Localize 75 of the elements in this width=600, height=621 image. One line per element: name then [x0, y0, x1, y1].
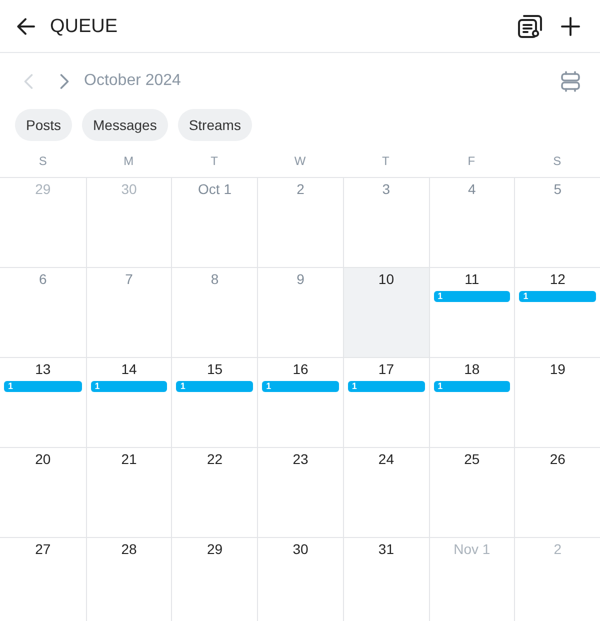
date-number: 12: [550, 271, 566, 287]
weekday-label: T: [210, 153, 218, 170]
day-cell[interactable]: 17 1: [342, 357, 429, 447]
weekday-label: S: [553, 153, 562, 170]
date-number: 7: [125, 271, 133, 287]
day-cell[interactable]: 14 1: [86, 357, 172, 447]
day-cell[interactable]: 30: [257, 537, 343, 621]
day-cell[interactable]: 18 1: [428, 357, 514, 447]
queue-list-button[interactable]: [518, 14, 542, 38]
date-number: 30: [292, 541, 308, 557]
month-label: October 2024: [84, 71, 181, 91]
weekday-label: S: [38, 153, 47, 170]
day-cell[interactable]: 28: [86, 537, 172, 621]
day-cell[interactable]: 22: [171, 447, 258, 537]
date-number: 26: [550, 451, 566, 467]
day-cell[interactable]: 21: [86, 447, 172, 537]
day-cell[interactable]: 31: [342, 537, 429, 621]
date-number: 13: [35, 361, 51, 377]
weekday-label: T: [382, 153, 390, 170]
chevron-left-icon: [24, 74, 32, 88]
date-number: 20: [35, 451, 51, 467]
weekday-label: W: [294, 153, 306, 170]
plus-icon: [560, 16, 580, 36]
date-number: 24: [378, 451, 394, 467]
date-number: 14: [121, 361, 137, 377]
back-arrow-icon: [17, 18, 35, 34]
date-number: 6: [38, 271, 47, 287]
weekday-label: M: [124, 153, 134, 170]
date-number: 2: [296, 181, 304, 197]
day-cell[interactable]: 23: [257, 447, 343, 537]
date-number: 30: [121, 181, 137, 197]
date-number: 9: [296, 271, 304, 287]
filter-chip[interactable]: Messages: [82, 109, 168, 141]
date-number: 11: [464, 271, 480, 287]
list-card-icon: [518, 14, 542, 38]
date-number: 5: [554, 181, 562, 197]
date-number: 15: [206, 361, 223, 377]
date-number: 29: [35, 181, 51, 197]
page-title: QUEUE: [50, 16, 118, 36]
date-number: 17: [378, 361, 394, 377]
date-number: 31: [378, 541, 394, 557]
date-number: 18: [464, 361, 480, 377]
date-number: 22: [206, 451, 223, 467]
day-cell[interactable]: 16 1: [257, 357, 343, 447]
day-cell[interactable]: 19: [514, 357, 600, 447]
weekday-label: F: [468, 153, 476, 170]
day-cell[interactable]: 25: [428, 447, 514, 537]
add-button[interactable]: [558, 14, 582, 38]
date-number: 19: [550, 361, 566, 377]
chevron-right-icon: [60, 74, 68, 88]
day-cell[interactable]: 29: [171, 537, 258, 621]
day-cell[interactable]: 11 1: [428, 267, 514, 357]
date-number: 3: [382, 181, 390, 197]
date-number: Oct 1: [198, 181, 232, 197]
day-cell[interactable]: 12 1: [514, 267, 600, 357]
day-cell[interactable]: 26: [514, 447, 600, 537]
filter-chip[interactable]: Streams: [178, 109, 252, 141]
date-number: 16: [292, 361, 308, 377]
filter-chip[interactable]: Posts: [15, 109, 72, 141]
date-number: 2: [554, 541, 562, 557]
date-number: 27: [35, 541, 51, 557]
date-number: 28: [121, 541, 137, 557]
date-number: 4: [468, 181, 476, 197]
stacked-rows-icon: [560, 70, 580, 92]
date-number: 8: [210, 271, 219, 287]
date-number: 29: [206, 541, 223, 557]
calendar-view-button[interactable]: [559, 69, 581, 93]
date-number: 23: [292, 451, 308, 467]
date-number: 25: [464, 451, 480, 467]
day-cell[interactable]: 10: [342, 267, 429, 357]
day-cell[interactable]: 24: [342, 447, 429, 537]
date-number: Nov 1: [454, 541, 490, 557]
day-cell[interactable]: 15 1: [171, 357, 258, 447]
date-number: 21: [121, 451, 137, 467]
date-number: 10: [378, 271, 394, 287]
